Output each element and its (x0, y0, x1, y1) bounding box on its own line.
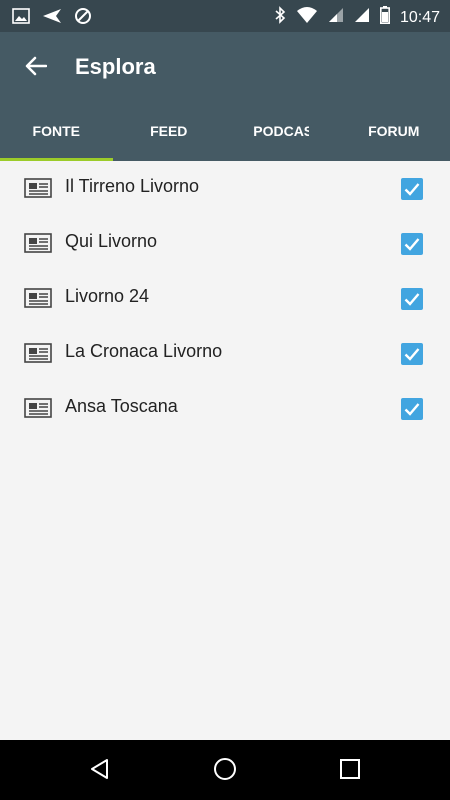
recents-square-icon (339, 758, 361, 785)
app-bar: Esplora (0, 32, 450, 104)
send-icon (42, 8, 62, 29)
list-item[interactable]: Il Tirreno Livorno (0, 161, 450, 216)
image-icon (12, 8, 30, 29)
tab-forum[interactable]: FORUM (338, 104, 450, 161)
tab-label: FONTE (32, 123, 80, 139)
source-checkbox[interactable] (401, 178, 423, 200)
nav-home-button[interactable] (210, 756, 240, 786)
page-title: Esplora (75, 54, 156, 79)
battery-icon (379, 6, 390, 29)
source-name: La Cronaca Livorno (65, 341, 223, 361)
source-name: Ansa Toscana (65, 396, 178, 416)
source-name: Il Tirreno Livorno (65, 176, 200, 196)
tab-fonte[interactable]: FONTE (0, 104, 113, 161)
arrow-back-icon (25, 56, 48, 81)
signal-icon (354, 7, 370, 28)
block-icon (74, 7, 92, 30)
source-list: Il Tirreno Livorno Qui Livorno Livorno 2… (0, 161, 450, 436)
home-circle-icon (213, 757, 237, 786)
nav-recents-button[interactable] (335, 756, 365, 786)
signal-icon (328, 7, 344, 28)
list-item[interactable]: Qui Livorno (0, 216, 450, 271)
newspaper-icon (24, 288, 52, 308)
clock: 10:47 (399, 8, 440, 26)
source-checkbox[interactable] (401, 343, 423, 365)
back-triangle-icon (88, 757, 112, 786)
newspaper-icon (24, 178, 52, 198)
back-button[interactable] (18, 50, 54, 86)
tab-label: FORUM (368, 123, 420, 139)
tab-feed[interactable]: FEED (113, 104, 226, 161)
tab-bar: FONTE FEED PODCAST FORUM (0, 104, 450, 161)
wifi-icon (296, 6, 318, 29)
list-item[interactable]: Ansa Toscana (0, 381, 450, 436)
source-checkbox[interactable] (401, 398, 423, 420)
newspaper-icon (24, 343, 52, 363)
source-name: Livorno 24 (65, 286, 150, 306)
list-item[interactable]: Livorno 24 (0, 271, 450, 326)
tab-label: PODCAST (253, 123, 310, 139)
bluetooth-icon (274, 6, 286, 29)
tab-podcast[interactable]: PODCAST (225, 104, 338, 161)
source-checkbox[interactable] (401, 288, 423, 310)
nav-back-button[interactable] (85, 756, 115, 786)
newspaper-icon (24, 398, 52, 418)
source-name: Qui Livorno (65, 231, 158, 251)
status-bar: 10:47 (0, 0, 450, 32)
newspaper-icon (24, 233, 52, 253)
list-item[interactable]: La Cronaca Livorno (0, 326, 450, 381)
source-checkbox[interactable] (401, 233, 423, 255)
navigation-bar (0, 740, 450, 800)
tab-label: FEED (150, 123, 188, 139)
